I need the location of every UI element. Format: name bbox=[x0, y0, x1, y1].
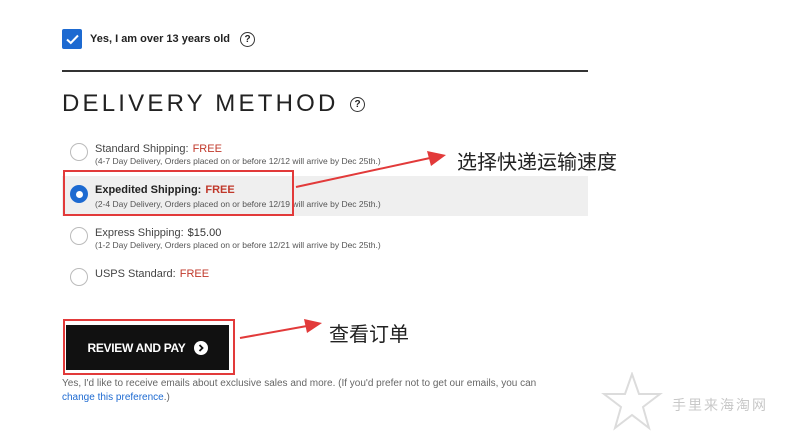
shipping-arrow-line bbox=[295, 157, 431, 188]
shipping-arrow-head bbox=[427, 151, 446, 166]
review-annotation-text: 查看订单 bbox=[329, 324, 409, 346]
watermark-star-icon bbox=[601, 372, 663, 431]
annotation-arrows bbox=[239, 151, 446, 339]
review-arrow-head bbox=[304, 319, 322, 333]
watermark-text: 手里来海淘网 bbox=[672, 397, 768, 413]
review-arrow-line bbox=[239, 325, 308, 339]
shipping-annotation-text: 选择快递运输速度 bbox=[457, 152, 617, 174]
